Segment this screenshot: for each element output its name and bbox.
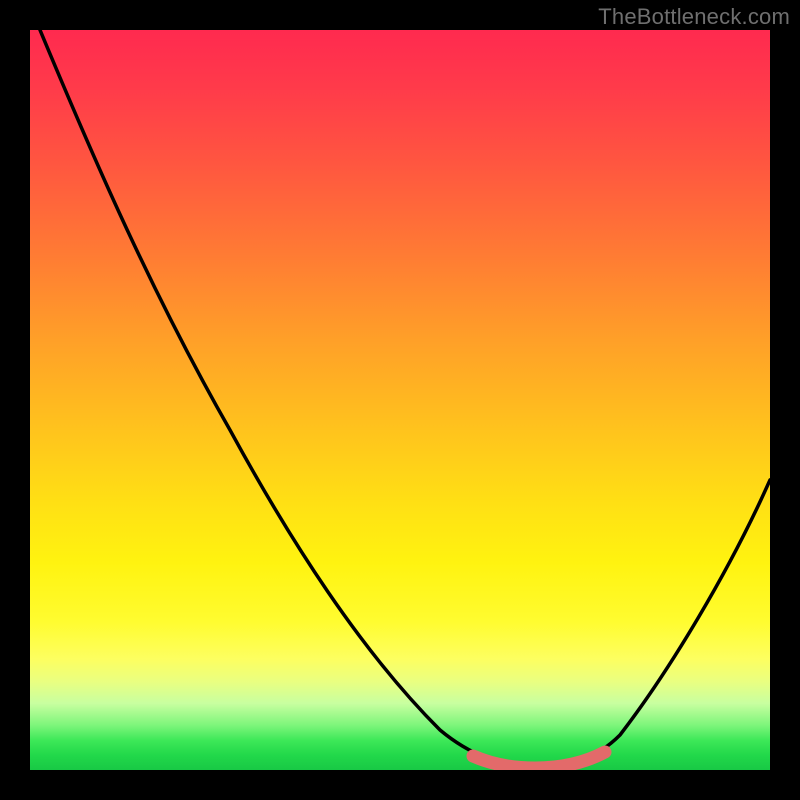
chart-frame: TheBottleneck.com	[0, 0, 800, 800]
bottleneck-curve	[40, 30, 770, 766]
optimal-range-marker	[473, 752, 605, 768]
watermark-text: TheBottleneck.com	[598, 4, 790, 30]
curve-svg	[30, 30, 770, 770]
plot-area	[30, 30, 770, 770]
